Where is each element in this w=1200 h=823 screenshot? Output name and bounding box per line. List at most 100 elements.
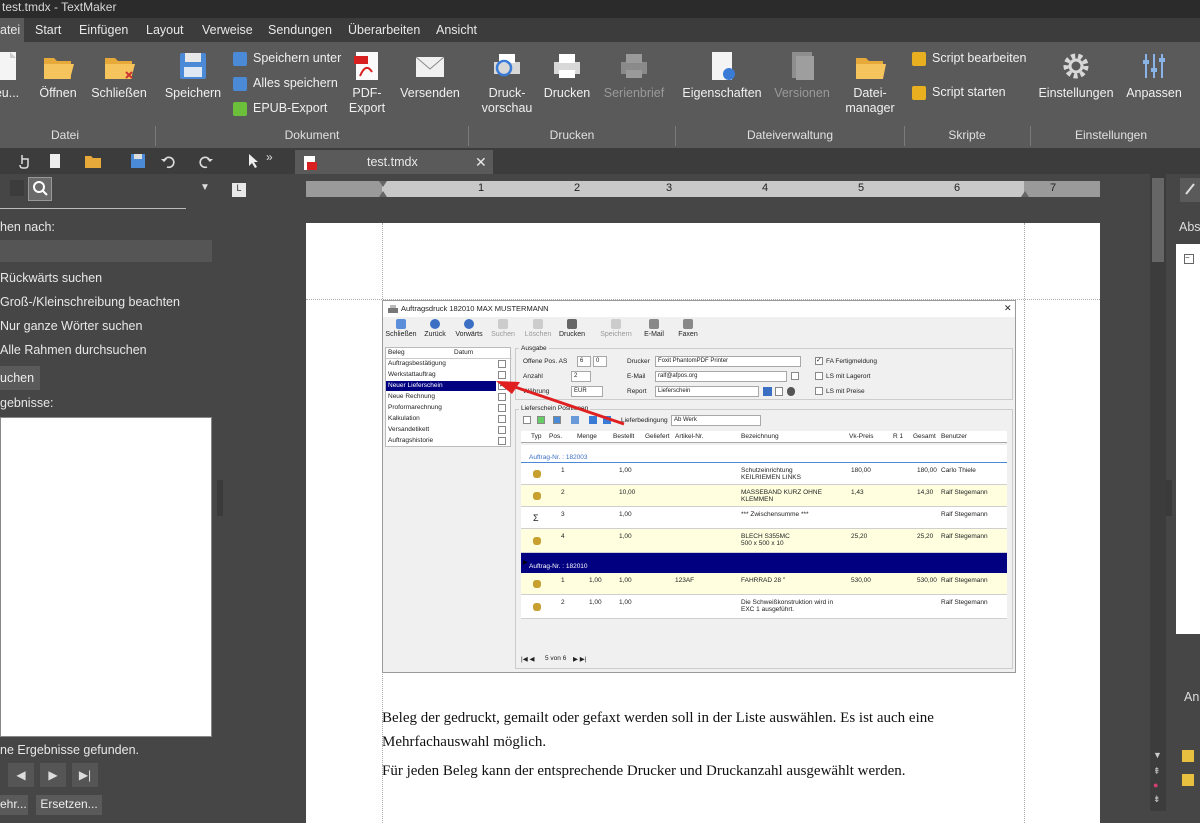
emb-list-header: Datum [454,349,474,356]
open-button[interactable]: Öffnen [30,50,86,101]
vertical-scrollbar[interactable]: ▼ ⇞ ● ⇟ [1150,174,1166,811]
ruler-left-margin [306,181,382,197]
horizontal-ruler[interactable]: 1 2 3 4 5 6 7 [306,181,1100,197]
script-edit-icon [912,51,926,66]
prev-result-icon[interactable]: ◀ [8,763,34,787]
emb-cell-user: Ralf Stegemann [941,489,988,496]
results-list[interactable] [0,417,212,737]
menu-tab-einfuegen[interactable]: Einfügen [75,18,132,42]
quick-save-icon[interactable] [130,153,146,169]
right-panel-label2: An [1184,690,1200,704]
right-panel-check-2[interactable] [1182,774,1194,786]
pointer-icon[interactable] [246,153,260,169]
group-label-datei: Datei [50,128,79,142]
panel-mode-icon[interactable] [10,180,24,196]
left-splitter-handle[interactable] [217,480,223,516]
menu-tab-ansicht[interactable]: Ansicht [432,18,481,42]
emb-list-item: Werkstattauftrag [388,371,436,378]
scrollbar-thumb[interactable] [1152,178,1164,262]
emb-cell-vk: 1,43 [851,489,864,496]
menu-tab-verweise[interactable]: Verweise [198,18,257,42]
emb-lieferbedingung-val: Ab Werk [671,415,761,426]
emb-report-doc-icon [775,387,783,396]
emb-cell-pos: 1 [561,467,565,474]
brush-tool-button[interactable] [1180,178,1200,202]
new-button[interactable]: eu... [0,50,22,101]
open-file-icon[interactable] [84,153,102,169]
emb-pager-label: 5 von 6 [545,655,567,662]
option-case-sensitive[interactable]: Groß-/Kleinschreibung beachten [0,295,180,309]
search-input[interactable] [0,240,212,262]
send-button[interactable]: Versenden [398,50,462,101]
scroll-down-icon[interactable]: ▼ [1153,750,1162,760]
menu-tab-layout[interactable]: Layout [142,18,188,42]
menu-tab-start[interactable]: Start [31,18,65,42]
panel-dropdown-icon[interactable]: ▼ [200,182,210,193]
more-button[interactable]: ehr... [0,795,28,815]
embedded-screenshot[interactable]: Auftragsdruck 182010 MAX MUSTERMANN ✕ Sc… [382,300,1016,673]
emb-row-type-icon: Σ [533,513,539,523]
touch-mode-icon[interactable] [16,153,32,169]
sliders-icon [1143,54,1165,78]
emb-list-item: Versandetikett [388,426,430,433]
file-manager-button[interactable]: Datei-manager [842,50,898,116]
mail-merge-button[interactable]: Serienbrief [600,50,668,101]
emb-group1-label: Auftrag-Nr. : 182003 [529,454,588,461]
paragraph-2[interactable]: Für jeden Beleg kann der entsprechende D… [382,763,906,780]
save-all-button[interactable]: Alles speichern [233,73,338,93]
tab-stop-selector[interactable]: L [232,183,246,197]
epub-export-button[interactable]: EPUB-Export [233,98,327,118]
page-down-icon[interactable]: ⇟ [1153,794,1161,805]
emb-cell-bestellt: 1,00 [619,467,632,474]
edit-script-button[interactable]: Script bearbeiten [912,48,1027,68]
script-run-icon [912,85,926,100]
page-up-icon[interactable]: ⇞ [1153,766,1161,777]
document-tab[interactable]: test.tmdx ✕ [295,150,493,174]
option-backwards[interactable]: Rückwärts suchen [0,271,102,285]
indent-marker-icon[interactable] [378,181,388,197]
search-mode-button[interactable] [28,177,52,201]
save-button[interactable]: Speichern [162,50,224,101]
right-indent-marker-icon[interactable] [1020,189,1030,197]
emb-cell-gesamt: 25,20 [917,533,934,540]
emb-cell-vk: 530,00 [851,577,871,584]
settings-button[interactable]: Einstellungen [1036,50,1116,101]
properties-button[interactable]: Eigenschaften [682,50,762,101]
right-panel-tree[interactable]: − [1176,244,1200,634]
close-button[interactable]: Schließen [90,50,148,101]
next-result-icon[interactable]: ▶ [40,763,66,787]
menu-tab-sendungen[interactable]: Sendungen [264,18,336,42]
right-panel-check-1[interactable] [1182,750,1194,762]
menu-tab-datei[interactable]: atei [0,18,25,42]
print-button[interactable]: Drucken [540,50,594,101]
option-whole-words[interactable]: Nur ganze Wörter suchen [0,319,142,333]
customize-button[interactable]: Anpassen [1124,50,1184,101]
last-result-icon[interactable]: ▶| [72,763,98,787]
emb-cell-bestellt: 10,00 [619,489,636,496]
emb-tb-speichern: Speichern [599,319,633,345]
save-as-button[interactable]: Speichern unter [233,48,341,68]
paragraph-1-line-1[interactable]: Beleg der gedruckt, gemailt oder gefaxt … [382,710,934,727]
pdf-icon [354,52,378,80]
close-tab-icon[interactable]: ✕ [475,150,487,174]
search-button[interactable]: uchen [0,366,40,390]
right-splitter-handle[interactable] [1166,480,1172,516]
pdf-export-button[interactable]: PDF- Export [344,50,390,116]
print-preview-button[interactable]: Druck-vorschau [476,50,538,116]
toolbar-overflow-icon[interactable]: » [266,150,273,164]
versions-button[interactable]: Versionen [772,50,832,101]
emb-list-item: Auftragsbestätigung [388,360,446,367]
menu-tab-ueberarbeiten[interactable]: Überarbeiten [344,18,424,42]
run-script-button[interactable]: Script starten [912,82,1006,102]
paragraph-1-line-2[interactable]: Mehrfachauswahl möglich. [382,734,546,751]
emb-ls-preise-label: LS mit Preise [826,388,865,395]
emb-list-item-selected: Neuer Lieferschein [388,382,443,389]
option-all-frames[interactable]: Alle Rahmen durchsuchen [0,343,147,357]
undo-icon[interactable] [160,153,176,169]
replace-button[interactable]: Ersetzen... [36,795,102,815]
emb-group2-row [521,553,1007,573]
browse-object-icon[interactable]: ● [1153,780,1158,790]
redo-icon[interactable] [198,153,214,169]
new-file-icon[interactable] [48,153,62,169]
tree-collapse-icon[interactable]: − [1184,254,1194,264]
